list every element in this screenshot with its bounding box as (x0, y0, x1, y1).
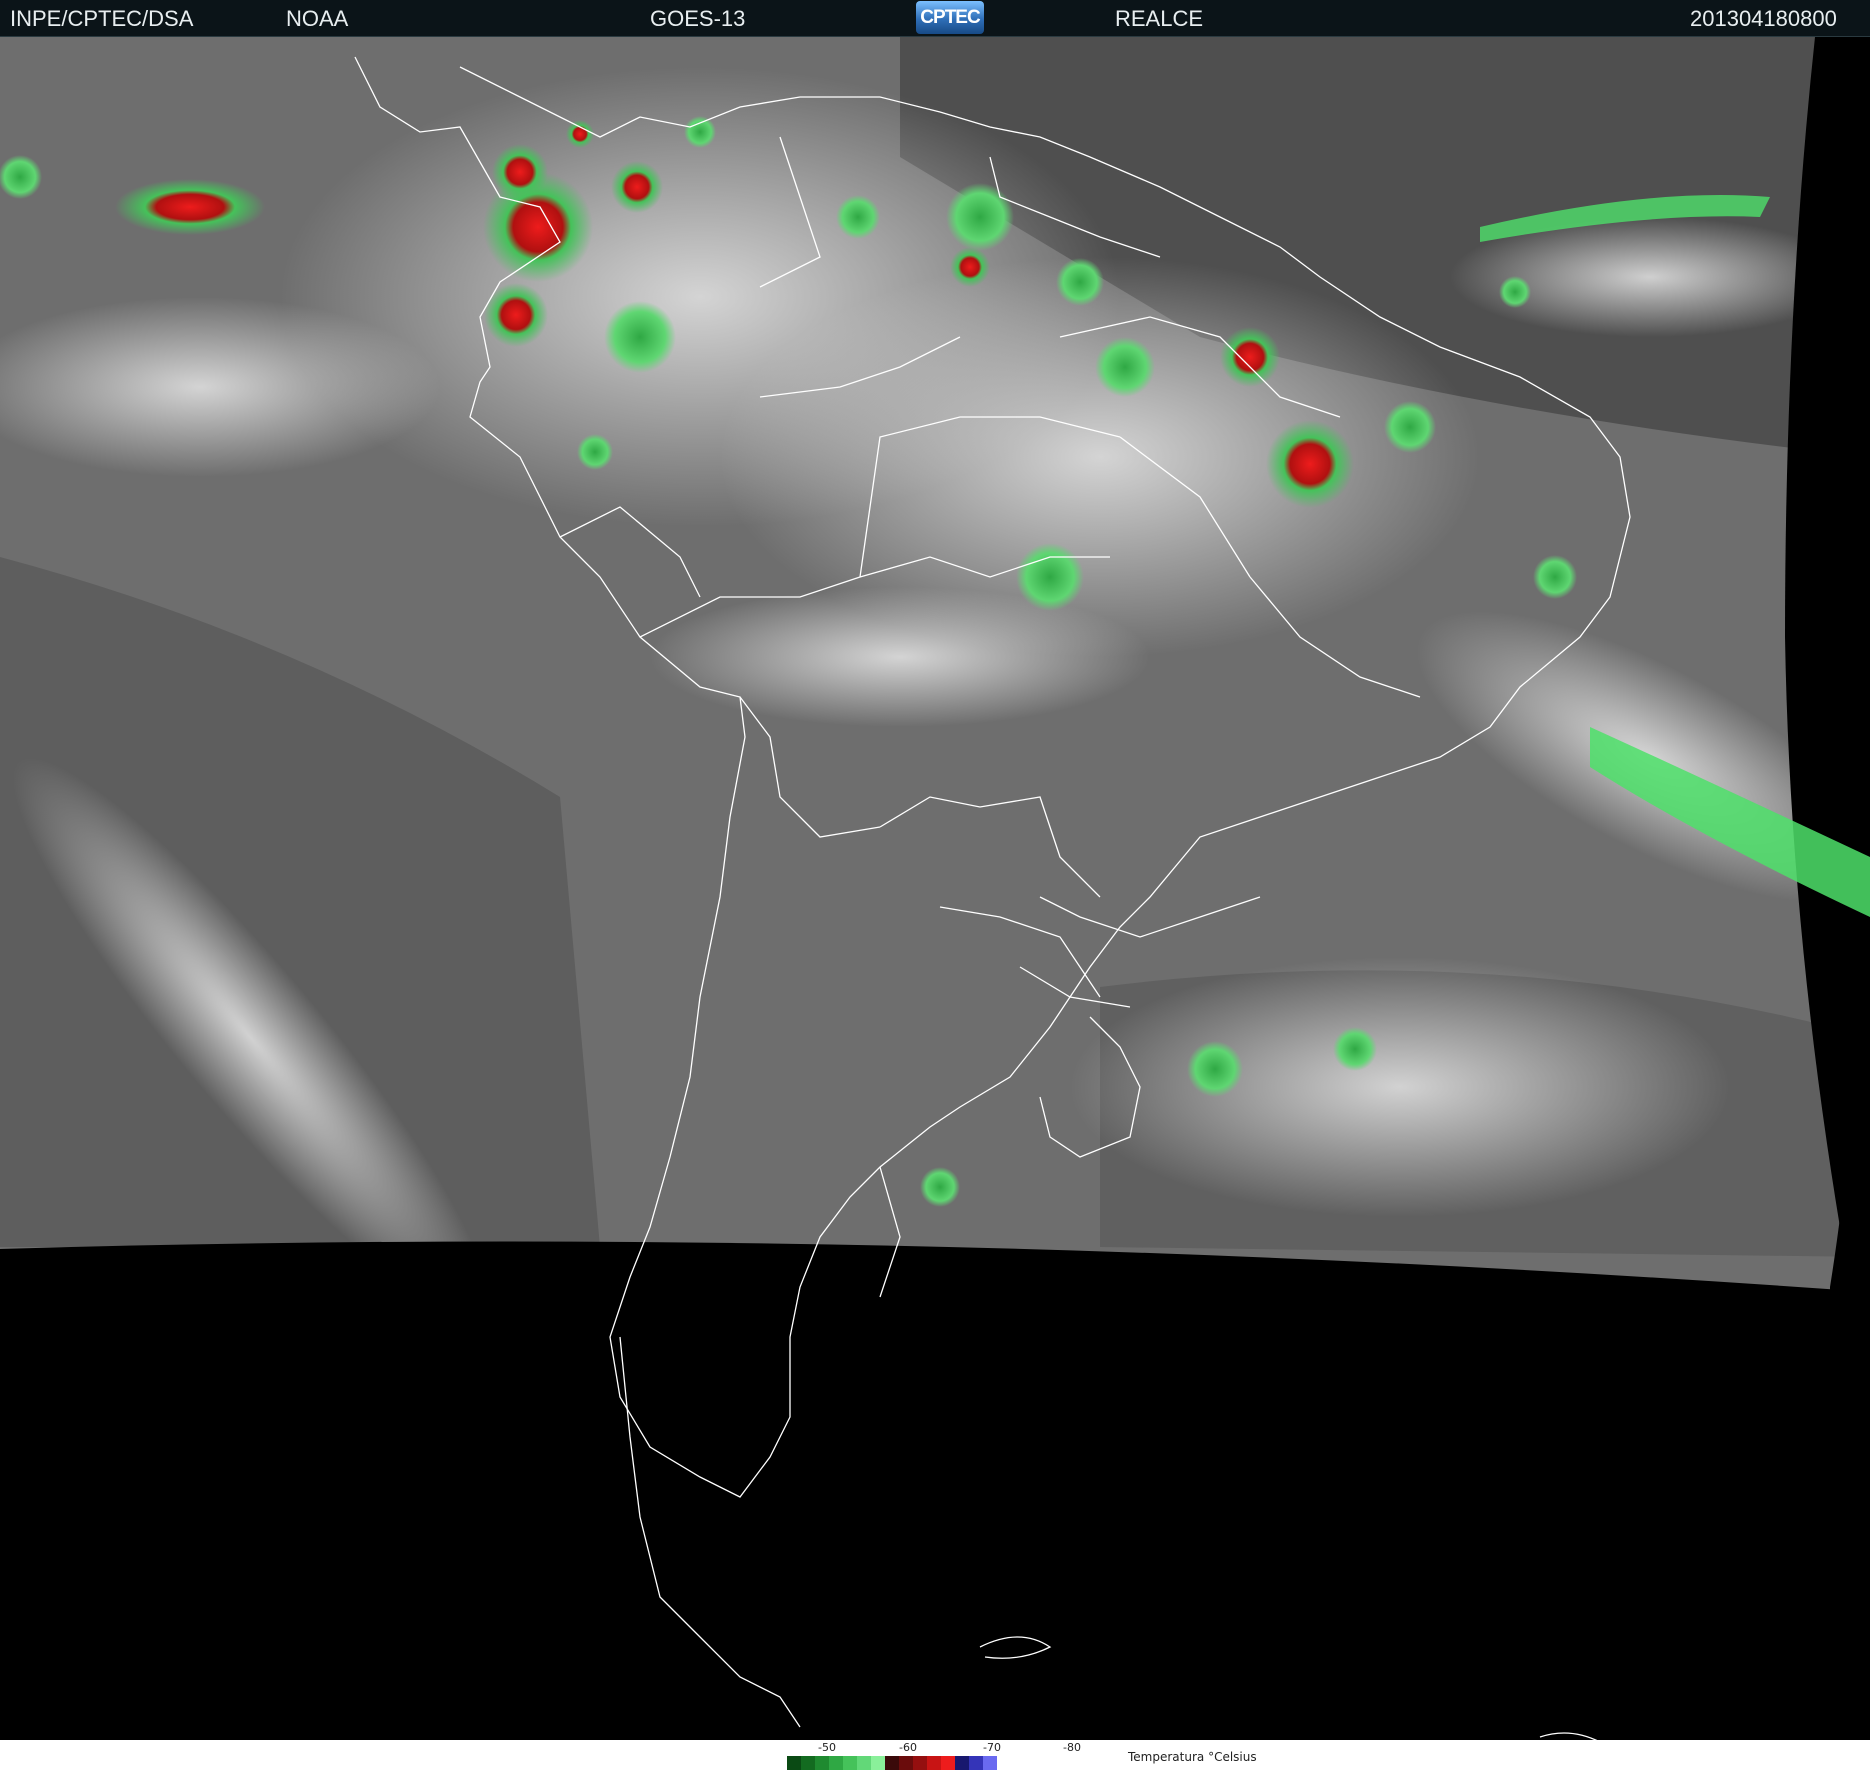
temperature-color-scale (787, 1756, 997, 1770)
satellite-label: GOES-13 (650, 6, 746, 31)
legend-swatch (871, 1756, 885, 1770)
cptec-logo: CPTEC (916, 1, 984, 34)
legend-swatch (857, 1756, 871, 1770)
legend-tick: -70 (983, 1741, 1001, 1754)
legend-tick: -50 (818, 1741, 836, 1754)
satellite-image (0, 37, 1870, 1760)
space-edge-south (0, 1241, 1870, 1760)
legend-swatch (969, 1756, 983, 1770)
legend-swatch (899, 1756, 913, 1770)
legend-swatch (913, 1756, 927, 1770)
legend-swatch (955, 1756, 969, 1770)
legend-tick: -60 (899, 1741, 917, 1754)
legend-swatch (885, 1756, 899, 1770)
legend-tick: -80 (1063, 1741, 1081, 1754)
legend-swatch (927, 1756, 941, 1770)
legend-swatch (787, 1756, 801, 1770)
agency-label: INPE/CPTEC/DSA (10, 6, 194, 31)
logo-text: CPTEC (920, 7, 980, 28)
legend-swatch (983, 1756, 997, 1770)
legend-swatch (843, 1756, 857, 1770)
legend-swatch (801, 1756, 815, 1770)
legend-swatch (941, 1756, 955, 1770)
product-label: REALCE (1115, 6, 1204, 31)
source-label: NOAA (286, 6, 349, 31)
timestamp-label: 201304180800 (1690, 6, 1837, 31)
legend-title: Temperatura °Celsius (1128, 1750, 1257, 1764)
header-bar: INPE/CPTEC/DSA NOAA GOES-13 CPTEC REALCE… (0, 0, 1870, 37)
legend-swatch (815, 1756, 829, 1770)
legend-swatch (829, 1756, 843, 1770)
